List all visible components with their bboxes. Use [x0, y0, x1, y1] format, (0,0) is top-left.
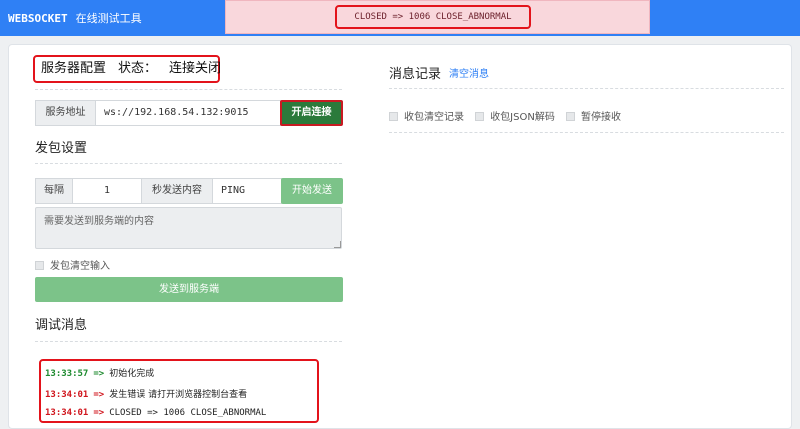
divider	[389, 132, 784, 133]
resize-handle-icon[interactable]	[334, 241, 341, 248]
divider	[389, 88, 784, 89]
message-textarea[interactable]	[35, 207, 342, 249]
interval-input[interactable]: 1	[72, 178, 142, 204]
server-status: 服务器配置 状态： 连接关闭	[33, 55, 221, 83]
debug-log: 13:33:57 => 初始化完成 13:34:01 => 发生错误 请打开浏览器控制台…	[39, 359, 319, 423]
log-time: 13:33:57	[45, 369, 89, 379]
divider	[35, 163, 342, 164]
divider	[35, 89, 342, 90]
alert-message: CLOSED => 1006 CLOSE_ABNORMAL	[335, 5, 531, 29]
option-label: 收包清空记录	[404, 112, 464, 123]
send-settings-title: 发包设置	[35, 141, 88, 156]
messages-title: 消息记录	[389, 67, 442, 82]
interval-prefix-label: 每隔	[35, 178, 73, 204]
pause-receive-checkbox[interactable]	[566, 112, 576, 121]
main-panel: 服务器配置 状态： 连接关闭 服务地址 ws://192.168.54.132:90…	[8, 44, 792, 429]
top-navbar: WEBSOCKET 在线测试工具 CLOSED => 1006 CLOSE_ABN…	[0, 0, 800, 36]
server-config-title: 服务器配置	[41, 61, 107, 76]
send-to-server-button[interactable]: 发送到服务端	[35, 277, 343, 302]
log-arrow: =>	[93, 408, 105, 418]
log-entry: 13:34:01 => 发生错误 请打开浏览器控制台查看	[45, 387, 247, 400]
divider	[35, 341, 342, 342]
log-time: 13:34:01	[45, 408, 89, 418]
status-label: 状态：	[118, 61, 158, 76]
option-label: 暂停接收	[581, 112, 622, 123]
alert-banner: CLOSED => 1006 CLOSE_ABNORMAL	[225, 0, 650, 34]
debug-title: 调试消息	[35, 318, 88, 333]
brand-subtitle: 在线测试工具	[75, 12, 142, 25]
log-message: 初始化完成	[109, 369, 155, 379]
option-pause-receive[interactable]: 暂停接收	[566, 112, 621, 123]
status-text: 状态： 连接关闭	[118, 61, 221, 76]
status-value: 连接关闭	[169, 61, 222, 76]
log-arrow: =>	[93, 390, 105, 400]
log-message: CLOSED => 1006 CLOSE_ABNORMAL	[109, 408, 267, 418]
clear-input-label: 发包清空输入	[50, 261, 110, 272]
clear-input-option[interactable]: 发包清空输入	[35, 257, 110, 272]
clear-input-checkbox[interactable]	[35, 261, 44, 270]
log-message: 发生错误 请打开浏览器控制台查看	[109, 390, 248, 400]
send-content-input[interactable]: PING	[212, 178, 282, 204]
option-json-decode[interactable]: 收包JSON解码	[475, 112, 555, 123]
start-send-button[interactable]: 开始发送	[281, 178, 343, 204]
clear-messages-link[interactable]: 清空消息	[449, 65, 489, 80]
log-time: 13:34:01	[45, 390, 89, 400]
brand: WEBSOCKET 在线测试工具	[8, 10, 142, 26]
option-clear-on-receive[interactable]: 收包清空记录	[389, 112, 464, 123]
log-arrow: =>	[93, 369, 105, 379]
clear-on-receive-checkbox[interactable]	[389, 112, 398, 121]
address-label: 服务地址	[35, 100, 96, 126]
brand-title: WEBSOCKET	[8, 12, 68, 25]
option-label: 收包JSON解码	[490, 112, 555, 123]
json-decode-checkbox[interactable]	[475, 112, 485, 121]
interval-suffix-label: 秒发送内容	[141, 178, 213, 204]
log-entry: 13:33:57 => 初始化完成	[45, 366, 154, 379]
log-entry: 13:34:01 => CLOSED => 1006 CLOSE_ABNORMAL	[45, 408, 266, 418]
message-options: 收包清空记录 收包JSON解码 暂停接收	[389, 108, 621, 123]
connect-button[interactable]: 开启连接	[280, 100, 343, 126]
address-input[interactable]: ws://192.168.54.132:9015	[95, 100, 281, 126]
